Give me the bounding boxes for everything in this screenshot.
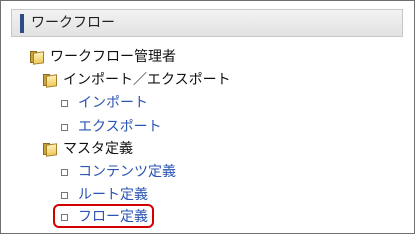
workflow-panel: ワークフロー ワークフロー管理者 インポート／エクスポート インポート エクスポ… — [0, 0, 415, 234]
tree-folder-label: マスタ定義 — [63, 141, 133, 157]
bullet-icon — [61, 191, 68, 199]
bullet-icon — [61, 99, 68, 107]
panel-header: ワークフロー — [11, 9, 403, 37]
tree-item-import[interactable]: インポート — [61, 94, 148, 112]
tree-item-link[interactable]: ルート定義 — [78, 186, 148, 204]
folder-icon — [29, 50, 45, 65]
highlight-box — [53, 204, 154, 228]
tree-item-link[interactable]: インポート — [78, 94, 148, 112]
bullet-icon — [61, 168, 68, 176]
tree-folder-import-export[interactable]: インポート／エクスポート — [42, 71, 231, 89]
folder-icon — [42, 73, 58, 88]
folder-icon — [42, 142, 58, 157]
tree-item-link[interactable]: コンテンツ定義 — [78, 163, 176, 181]
tree-item-export[interactable]: エクスポート — [61, 118, 162, 136]
tree-item-route-definition[interactable]: ルート定義 — [61, 186, 148, 204]
panel-title: ワークフロー — [31, 15, 115, 31]
tree-folder-root[interactable]: ワークフロー管理者 — [29, 48, 176, 66]
tree-folder-master[interactable]: マスタ定義 — [42, 140, 133, 158]
tree-item-content-definition[interactable]: コンテンツ定義 — [61, 163, 176, 181]
header-accent-bar — [20, 14, 24, 33]
tree-folder-label: インポート／エクスポート — [63, 72, 231, 88]
tree-folder-label: ワークフロー管理者 — [50, 49, 176, 65]
bullet-icon — [61, 123, 68, 131]
tree-item-link[interactable]: エクスポート — [78, 118, 162, 136]
